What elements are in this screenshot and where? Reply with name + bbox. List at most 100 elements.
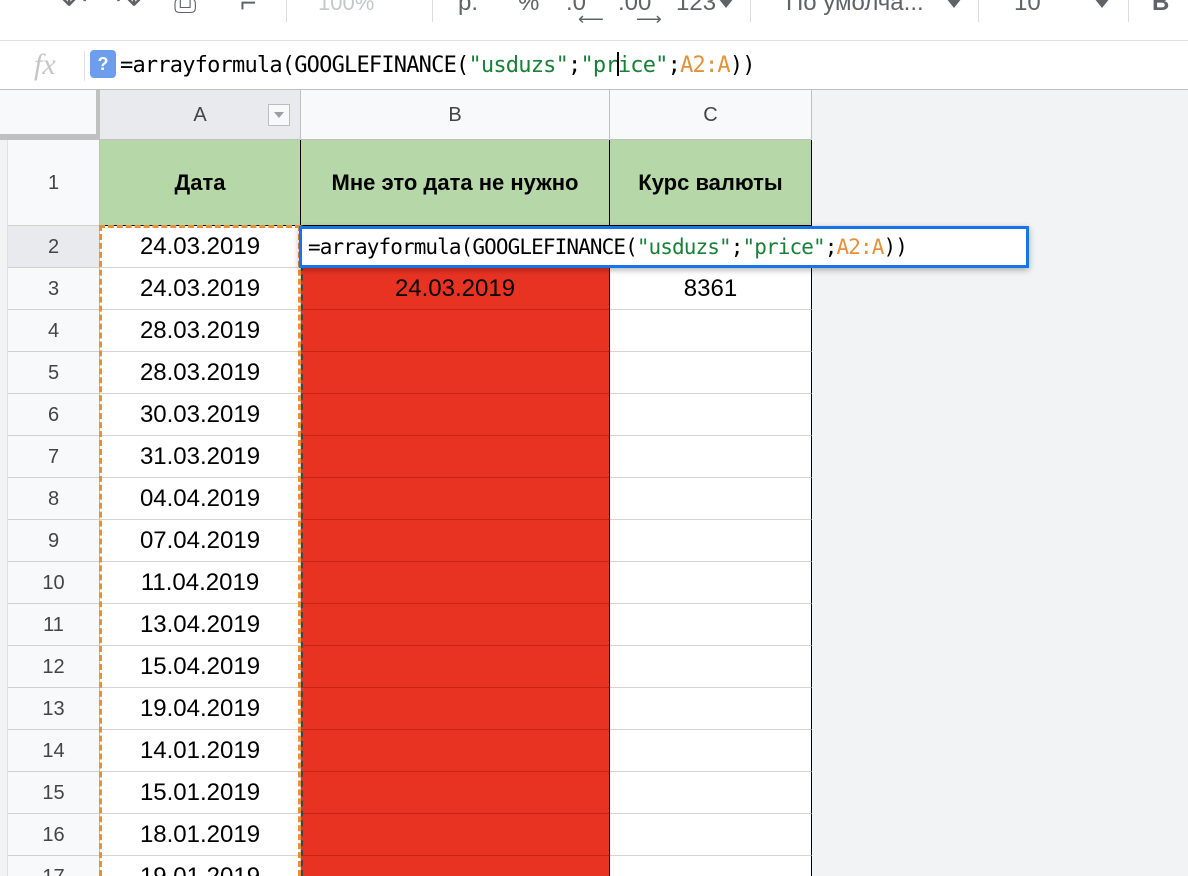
paint-format-icon[interactable]: ⌐ bbox=[240, 0, 256, 20]
toolbar-divider bbox=[978, 0, 979, 22]
cell-exchange-rate[interactable] bbox=[610, 730, 812, 772]
cell-unneeded-date[interactable] bbox=[301, 520, 610, 562]
cell-exchange-rate[interactable] bbox=[610, 310, 812, 352]
formula-help-icon[interactable]: ? bbox=[90, 50, 116, 78]
row-header[interactable]: 7 bbox=[8, 436, 100, 478]
row-header[interactable]: 10 bbox=[8, 562, 100, 604]
row-header[interactable]: 17 bbox=[8, 856, 100, 876]
row-header[interactable]: 5 bbox=[8, 352, 100, 394]
editor-part: A2:A bbox=[836, 235, 884, 259]
cell-unneeded-date[interactable] bbox=[301, 604, 610, 646]
editor-part: )) bbox=[883, 235, 907, 259]
cell-date[interactable]: 04.04.2019 bbox=[100, 478, 301, 520]
cell-exchange-rate[interactable] bbox=[610, 562, 812, 604]
undo-icon[interactable]: ↶ bbox=[62, 0, 87, 20]
filter-dropdown-icon[interactable] bbox=[268, 104, 290, 126]
row-header[interactable]: 8 bbox=[8, 478, 100, 520]
cell-date[interactable]: 19.01.2019 bbox=[100, 856, 301, 876]
cell-unneeded-date[interactable] bbox=[301, 436, 610, 478]
cell-unneeded-date[interactable] bbox=[301, 562, 610, 604]
header-cell-exchange-rate[interactable]: Курс валюты bbox=[610, 140, 812, 226]
cell-exchange-rate[interactable] bbox=[610, 352, 812, 394]
cell-date[interactable]: 11.04.2019 bbox=[100, 562, 301, 604]
cell-exchange-rate[interactable] bbox=[610, 646, 812, 688]
cell-exchange-rate[interactable] bbox=[610, 478, 812, 520]
header-cell-unneeded-date[interactable]: Мне это дата не нужно bbox=[301, 140, 610, 226]
cell-date[interactable]: 15.01.2019 bbox=[100, 772, 301, 814]
cell-date[interactable]: 24.03.2019 bbox=[100, 226, 301, 268]
row-header[interactable]: 9 bbox=[8, 520, 100, 562]
cell-unneeded-date[interactable] bbox=[301, 394, 610, 436]
cell-unneeded-date[interactable] bbox=[301, 772, 610, 814]
arrow-left-icon: ⟵ bbox=[578, 9, 604, 29]
column-header-c[interactable]: C bbox=[610, 90, 812, 140]
header-cell-date[interactable]: Дата bbox=[100, 140, 301, 226]
font-size-select[interactable]: 10 bbox=[1014, 0, 1041, 20]
font-select[interactable]: По умолча... bbox=[786, 0, 924, 20]
row-header[interactable]: 16 bbox=[8, 814, 100, 856]
cell-unneeded-date[interactable] bbox=[301, 478, 610, 520]
formula-part: A2:A bbox=[680, 53, 731, 78]
cell-date[interactable]: 15.04.2019 bbox=[100, 646, 301, 688]
cell-editor[interactable]: =arrayformula(GOOGLEFINANCE("usduzs";"pr… bbox=[299, 226, 1029, 268]
cell-date[interactable]: 19.04.2019 bbox=[100, 688, 301, 730]
column-label: A bbox=[193, 104, 207, 126]
chevron-down-icon bbox=[946, 0, 962, 8]
currency-format-button[interactable]: р. bbox=[458, 0, 478, 20]
row-header[interactable]: 13 bbox=[8, 688, 100, 730]
row-header[interactable]: 6 bbox=[8, 394, 100, 436]
formula-part: ; bbox=[667, 53, 681, 78]
cell-exchange-rate[interactable] bbox=[610, 604, 812, 646]
cell-unneeded-date[interactable] bbox=[301, 352, 610, 394]
cell-date[interactable]: 07.04.2019 bbox=[100, 520, 301, 562]
zoom-select[interactable]: 100% bbox=[318, 0, 374, 20]
select-all-corner[interactable] bbox=[0, 90, 100, 140]
cell-exchange-rate[interactable] bbox=[610, 856, 812, 876]
cell-date[interactable]: 13.04.2019 bbox=[100, 604, 301, 646]
chevron-down-icon bbox=[718, 0, 734, 8]
column-label: C bbox=[703, 104, 718, 126]
formula-input[interactable]: =arrayformula(GOOGLEFINANCE("usduzs";"pr… bbox=[120, 52, 756, 80]
row-header[interactable]: 15 bbox=[8, 772, 100, 814]
row-header[interactable]: 1 bbox=[8, 140, 100, 226]
row-header[interactable]: 14 bbox=[8, 730, 100, 772]
cell-exchange-rate[interactable] bbox=[610, 814, 812, 856]
column-header-b[interactable]: B bbox=[301, 90, 610, 140]
row-header[interactable]: 3 bbox=[8, 268, 100, 310]
cell-date[interactable]: 30.03.2019 bbox=[100, 394, 301, 436]
cell-unneeded-date[interactable] bbox=[301, 814, 610, 856]
redo-icon[interactable]: ↷ bbox=[116, 0, 141, 20]
arrow-right-icon: ⟶ bbox=[636, 9, 662, 29]
row-header[interactable]: 11 bbox=[8, 604, 100, 646]
more-formats-button[interactable]: 123 bbox=[676, 0, 716, 20]
cell-exchange-rate[interactable] bbox=[610, 688, 812, 730]
cell-date[interactable]: 24.03.2019 bbox=[100, 268, 301, 310]
cell-unneeded-date[interactable] bbox=[301, 310, 610, 352]
cell-exchange-rate[interactable] bbox=[610, 436, 812, 478]
percent-format-button[interactable]: % bbox=[518, 0, 539, 20]
editor-part: "usduzs" bbox=[636, 235, 732, 259]
cell-date[interactable]: 28.03.2019 bbox=[100, 352, 301, 394]
cell-exchange-rate[interactable] bbox=[610, 772, 812, 814]
cell-exchange-rate[interactable] bbox=[610, 520, 812, 562]
cell-exchange-rate[interactable]: 8361 bbox=[610, 268, 812, 310]
cell-exchange-rate[interactable] bbox=[610, 394, 812, 436]
bold-button[interactable]: B bbox=[1152, 0, 1169, 20]
row-header[interactable]: 12 bbox=[8, 646, 100, 688]
cell-date[interactable]: 18.01.2019 bbox=[100, 814, 301, 856]
cell-unneeded-date[interactable] bbox=[301, 730, 610, 772]
column-header-a[interactable]: A bbox=[100, 90, 301, 140]
row-header[interactable]: 2 bbox=[8, 226, 100, 268]
print-icon[interactable]: ⎙ bbox=[174, 0, 196, 20]
cell-unneeded-date[interactable] bbox=[301, 688, 610, 730]
row-header[interactable]: 4 bbox=[8, 310, 100, 352]
cell-unneeded-date[interactable] bbox=[301, 646, 610, 688]
cell-date[interactable]: 28.03.2019 bbox=[100, 310, 301, 352]
fx-icon: fx bbox=[34, 48, 56, 81]
cell-unneeded-date[interactable] bbox=[301, 856, 610, 876]
cell-date[interactable]: 31.03.2019 bbox=[100, 436, 301, 478]
empty-sheet-area bbox=[812, 90, 1188, 876]
copy-selection-border bbox=[99, 225, 102, 876]
cell-unneeded-date[interactable]: 24.03.2019 bbox=[301, 268, 610, 310]
cell-date[interactable]: 14.01.2019 bbox=[100, 730, 301, 772]
